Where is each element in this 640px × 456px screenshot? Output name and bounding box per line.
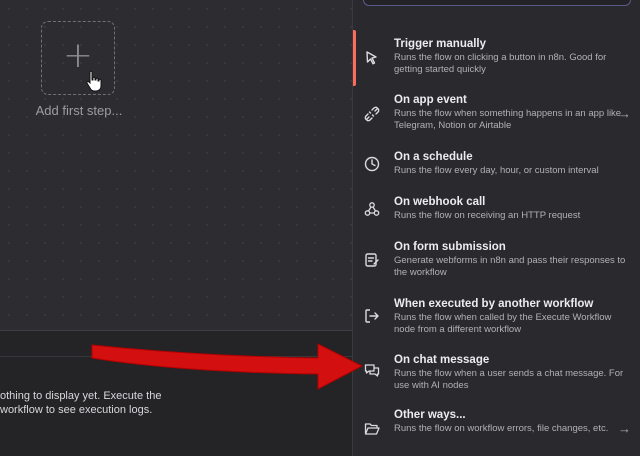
trigger-title: Trigger manually: [394, 38, 487, 50]
other-ways-item[interactable]: Other ways... Runs the flow on workflow …: [353, 409, 640, 455]
trigger-description: Runs the flow on clicking a button in n8…: [394, 52, 607, 75]
trigger-title: When executed by another workflow: [394, 298, 594, 310]
hand-pointer-icon: [86, 70, 102, 92]
logs-empty-message: othing to display yet. Execute the workf…: [0, 390, 162, 416]
trigger-description: Runs the flow on workflow errors, file c…: [394, 423, 609, 434]
logs-panel: othing to display yet. Execute the workf…: [0, 330, 352, 456]
add-first-step-button[interactable]: +: [41, 21, 115, 95]
chat-icon: [363, 362, 381, 380]
trigger-description: Runs the flow when something happens in …: [394, 108, 622, 131]
app-event-icon: [363, 105, 381, 123]
sign-in-icon: [363, 307, 381, 325]
on-webhook-item[interactable]: On webhook call Runs the flow on receivi…: [353, 194, 640, 230]
trigger-panel: Trigger manually Runs the flow on clicki…: [352, 0, 640, 456]
search-input[interactable]: [363, 0, 631, 6]
trigger-description: Runs the flow every day, hour, or custom…: [394, 165, 599, 176]
webhook-icon: [363, 200, 381, 218]
cursor-click-icon: [363, 49, 381, 67]
on-form-submission-item[interactable]: On form submission Generate webforms in …: [353, 239, 640, 285]
form-icon: [363, 251, 381, 269]
trigger-manually-item[interactable]: Trigger manually Runs the flow on clicki…: [353, 34, 640, 80]
clock-icon: [363, 155, 381, 173]
trigger-title: On webhook call: [394, 196, 486, 208]
on-app-event-item[interactable]: On app event Runs the flow when somethin…: [353, 92, 640, 140]
add-first-step-label: Add first step...: [35, 103, 123, 118]
trigger-description: Generate webforms in n8n and pass their …: [394, 255, 626, 278]
trigger-description: Runs the flow on receiving an HTTP reque…: [394, 210, 581, 221]
trigger-description: Runs the flow when called by the Execute…: [394, 312, 612, 335]
trigger-description: Runs the flow when a user sends a chat m…: [394, 368, 624, 391]
logs-header: [0, 331, 352, 357]
folder-open-icon: [363, 420, 381, 438]
on-chat-message-item[interactable]: On chat message Runs the flow when a use…: [353, 352, 640, 392]
trigger-title: On app event: [394, 94, 467, 106]
plus-icon: +: [62, 35, 94, 76]
executed-by-workflow-item[interactable]: When executed by another workflow Runs t…: [353, 296, 640, 342]
trigger-title: On form submission: [394, 241, 506, 253]
trigger-title: On chat message: [394, 354, 490, 366]
chevron-right-icon: →: [618, 106, 631, 121]
workflow-canvas[interactable]: + Add first step...: [0, 0, 352, 330]
trigger-title: Other ways...: [394, 409, 466, 421]
chevron-right-icon: →: [618, 421, 631, 436]
trigger-title: On a schedule: [394, 151, 473, 163]
on-schedule-item[interactable]: On a schedule Runs the flow every day, h…: [353, 149, 640, 185]
